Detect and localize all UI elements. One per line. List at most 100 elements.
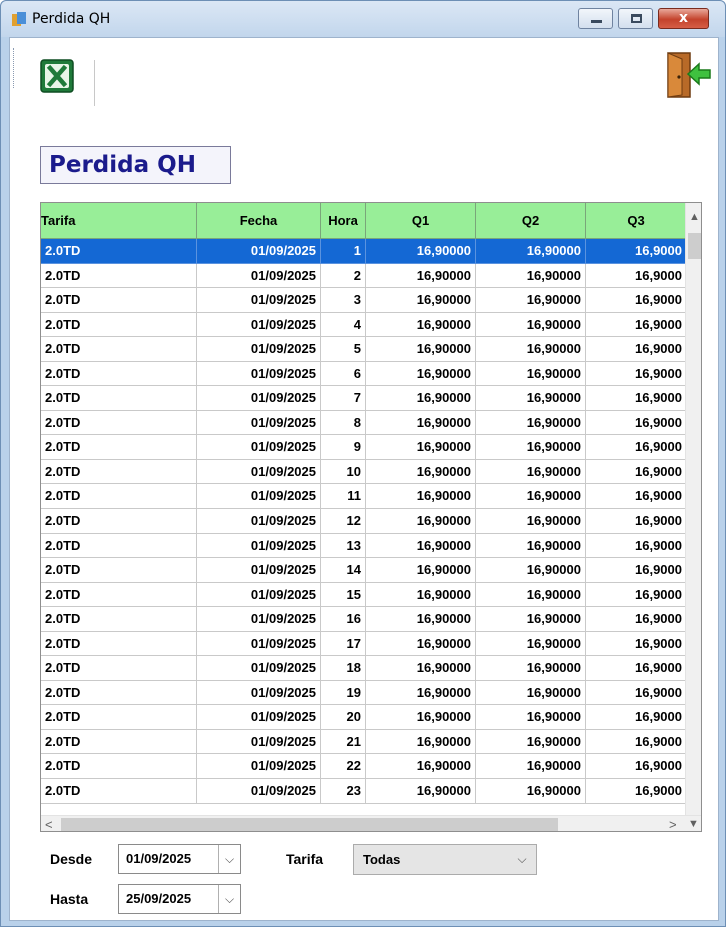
hasta-date-picker[interactable]: 25/09/2025 ⌵ — [118, 884, 241, 914]
cell-hora[interactable]: 2 — [321, 263, 366, 289]
cell-fecha[interactable]: 01/09/2025 — [197, 705, 321, 730]
cell-fecha[interactable]: 01/09/2025 — [197, 312, 321, 338]
horizontal-scrollbar[interactable]: < > ▼ — [41, 815, 701, 831]
cell-hora[interactable]: 9 — [321, 435, 366, 460]
cell-q1[interactable]: 16,90000 — [366, 410, 476, 436]
cell-fecha[interactable]: 01/09/2025 — [197, 558, 321, 583]
cell-q3[interactable]: 16,9000 — [586, 779, 686, 804]
cell-hora[interactable]: 3 — [321, 288, 366, 313]
table-row[interactable]: 2.0TD 01/09/2025 7 16,90000 16,90000 16,9000 — [41, 386, 686, 411]
cell-q3[interactable]: 16,9000 — [586, 239, 686, 264]
cell-q2[interactable]: 16,90000 — [476, 729, 586, 755]
cell-q1[interactable]: 16,90000 — [366, 631, 476, 657]
scroll-up-icon[interactable]: ▲ — [686, 211, 701, 223]
cell-fecha[interactable]: 01/09/2025 — [197, 435, 321, 460]
cell-q2[interactable]: 16,90000 — [476, 656, 586, 681]
cell-q1[interactable]: 16,90000 — [366, 509, 476, 534]
cell-q3[interactable]: 16,9000 — [586, 484, 686, 510]
cell-q1[interactable]: 16,90000 — [366, 361, 476, 387]
cell-q3[interactable]: 16,9000 — [586, 607, 686, 632]
cell-q1[interactable]: 16,90000 — [366, 582, 476, 608]
vertical-scrollbar[interactable]: ▲ — [685, 203, 701, 815]
cell-fecha[interactable]: 01/09/2025 — [197, 509, 321, 534]
chevron-down-icon[interactable]: ⌵ — [218, 885, 240, 913]
cell-q3[interactable]: 16,9000 — [586, 435, 686, 460]
cell-fecha[interactable]: 01/09/2025 — [197, 459, 321, 485]
table-row[interactable]: 2.0TD 01/09/2025 2 16,90000 16,90000 16,9000 — [41, 263, 686, 289]
cell-hora[interactable]: 10 — [321, 459, 366, 485]
cell-q3[interactable]: 16,9000 — [586, 632, 686, 657]
cell-q3[interactable]: 16,9000 — [586, 386, 686, 411]
cell-q2[interactable]: 16,90000 — [476, 459, 586, 485]
cell-q2[interactable]: 16,90000 — [476, 631, 586, 657]
cell-q2[interactable]: 16,90000 — [476, 337, 586, 362]
close-button[interactable]: x — [658, 8, 709, 29]
horizontal-scroll-thumb[interactable] — [61, 818, 558, 831]
cell-fecha[interactable]: 01/09/2025 — [197, 729, 321, 755]
cell-q2[interactable]: 16,90000 — [476, 558, 586, 583]
table-row[interactable]: 2.0TD 01/09/2025 5 16,90000 16,90000 16,9000 — [41, 337, 686, 362]
cell-q3[interactable]: 16,9000 — [586, 656, 686, 681]
table-row[interactable]: 2.0TD 01/09/2025 1 16,90000 16,90000 16,9000 — [41, 239, 686, 264]
table-row[interactable]: 2.0TD 01/09/2025 10 16,90000 16,90000 16,9000 — [41, 459, 686, 485]
cell-fecha[interactable]: 01/09/2025 — [197, 484, 321, 510]
cell-tarifa[interactable]: 2.0TD — [41, 239, 197, 264]
cell-q2[interactable]: 16,90000 — [476, 263, 586, 289]
scroll-down-icon[interactable]: ▼ — [688, 816, 699, 831]
cell-hora[interactable]: 8 — [321, 410, 366, 436]
table-row[interactable]: 2.0TD 01/09/2025 13 16,90000 16,90000 16,9000 — [41, 533, 686, 559]
cell-q1[interactable]: 16,90000 — [366, 288, 476, 313]
cell-tarifa[interactable]: 2.0TD — [41, 459, 197, 485]
cell-q1[interactable]: 16,90000 — [366, 386, 476, 411]
cell-q1[interactable]: 16,90000 — [366, 312, 476, 338]
cell-fecha[interactable]: 01/09/2025 — [197, 680, 321, 706]
cell-tarifa[interactable]: 2.0TD — [41, 263, 197, 289]
table-row[interactable]: 2.0TD 01/09/2025 20 16,90000 16,90000 16,9000 — [41, 705, 686, 730]
cell-tarifa[interactable]: 2.0TD — [41, 533, 197, 559]
cell-q3[interactable]: 16,9000 — [586, 730, 686, 755]
cell-tarifa[interactable]: 2.0TD — [41, 435, 197, 460]
cell-q2[interactable]: 16,90000 — [476, 607, 586, 632]
column-header-q1[interactable]: Q1 — [366, 203, 476, 239]
cell-tarifa[interactable]: 2.0TD — [41, 705, 197, 730]
cell-fecha[interactable]: 01/09/2025 — [197, 361, 321, 387]
cell-q2[interactable]: 16,90000 — [476, 361, 586, 387]
chevron-down-icon[interactable]: ⌵ — [218, 845, 240, 873]
cell-hora[interactable]: 19 — [321, 680, 366, 706]
cell-tarifa[interactable]: 2.0TD — [41, 386, 197, 411]
tarifa-value[interactable]: Todas — [363, 845, 400, 874]
cell-fecha[interactable]: 01/09/2025 — [197, 288, 321, 313]
cell-hora[interactable]: 15 — [321, 582, 366, 608]
cell-q2[interactable]: 16,90000 — [476, 435, 586, 460]
cell-q1[interactable]: 16,90000 — [366, 705, 476, 730]
cell-q3[interactable]: 16,9000 — [586, 534, 686, 559]
cell-fecha[interactable]: 01/09/2025 — [197, 239, 321, 264]
cell-hora[interactable]: 20 — [321, 705, 366, 730]
cell-q2[interactable]: 16,90000 — [476, 312, 586, 338]
cell-q1[interactable]: 16,90000 — [366, 533, 476, 559]
table-row[interactable]: 2.0TD 01/09/2025 4 16,90000 16,90000 16,9000 — [41, 312, 686, 338]
table-row[interactable]: 2.0TD 01/09/2025 18 16,90000 16,90000 16,9000 — [41, 656, 686, 681]
cell-q2[interactable]: 16,90000 — [476, 680, 586, 706]
cell-q1[interactable]: 16,90000 — [366, 263, 476, 289]
chevron-down-icon[interactable]: ⌵ — [512, 845, 532, 874]
cell-tarifa[interactable]: 2.0TD — [41, 509, 197, 534]
cell-q1[interactable]: 16,90000 — [366, 607, 476, 632]
table-row[interactable]: 2.0TD 01/09/2025 16 16,90000 16,90000 16,9000 — [41, 607, 686, 632]
cell-hora[interactable]: 1 — [321, 239, 366, 264]
cell-fecha[interactable]: 01/09/2025 — [197, 754, 321, 780]
cell-q3[interactable]: 16,9000 — [586, 362, 686, 387]
hasta-value[interactable]: 25/09/2025 — [126, 885, 191, 913]
excel-export-icon[interactable] — [40, 59, 74, 93]
cell-tarifa[interactable]: 2.0TD — [41, 754, 197, 780]
cell-fecha[interactable]: 01/09/2025 — [197, 263, 321, 289]
table-row[interactable]: 2.0TD 01/09/2025 21 16,90000 16,90000 16,9000 — [41, 729, 686, 755]
cell-hora[interactable]: 22 — [321, 754, 366, 780]
cell-tarifa[interactable]: 2.0TD — [41, 337, 197, 362]
cell-q2[interactable]: 16,90000 — [476, 533, 586, 559]
cell-q3[interactable]: 16,9000 — [586, 509, 686, 534]
cell-fecha[interactable]: 01/09/2025 — [197, 779, 321, 804]
cell-tarifa[interactable]: 2.0TD — [41, 779, 197, 804]
scroll-right-icon[interactable]: > — [669, 816, 677, 831]
cell-tarifa[interactable]: 2.0TD — [41, 607, 197, 632]
